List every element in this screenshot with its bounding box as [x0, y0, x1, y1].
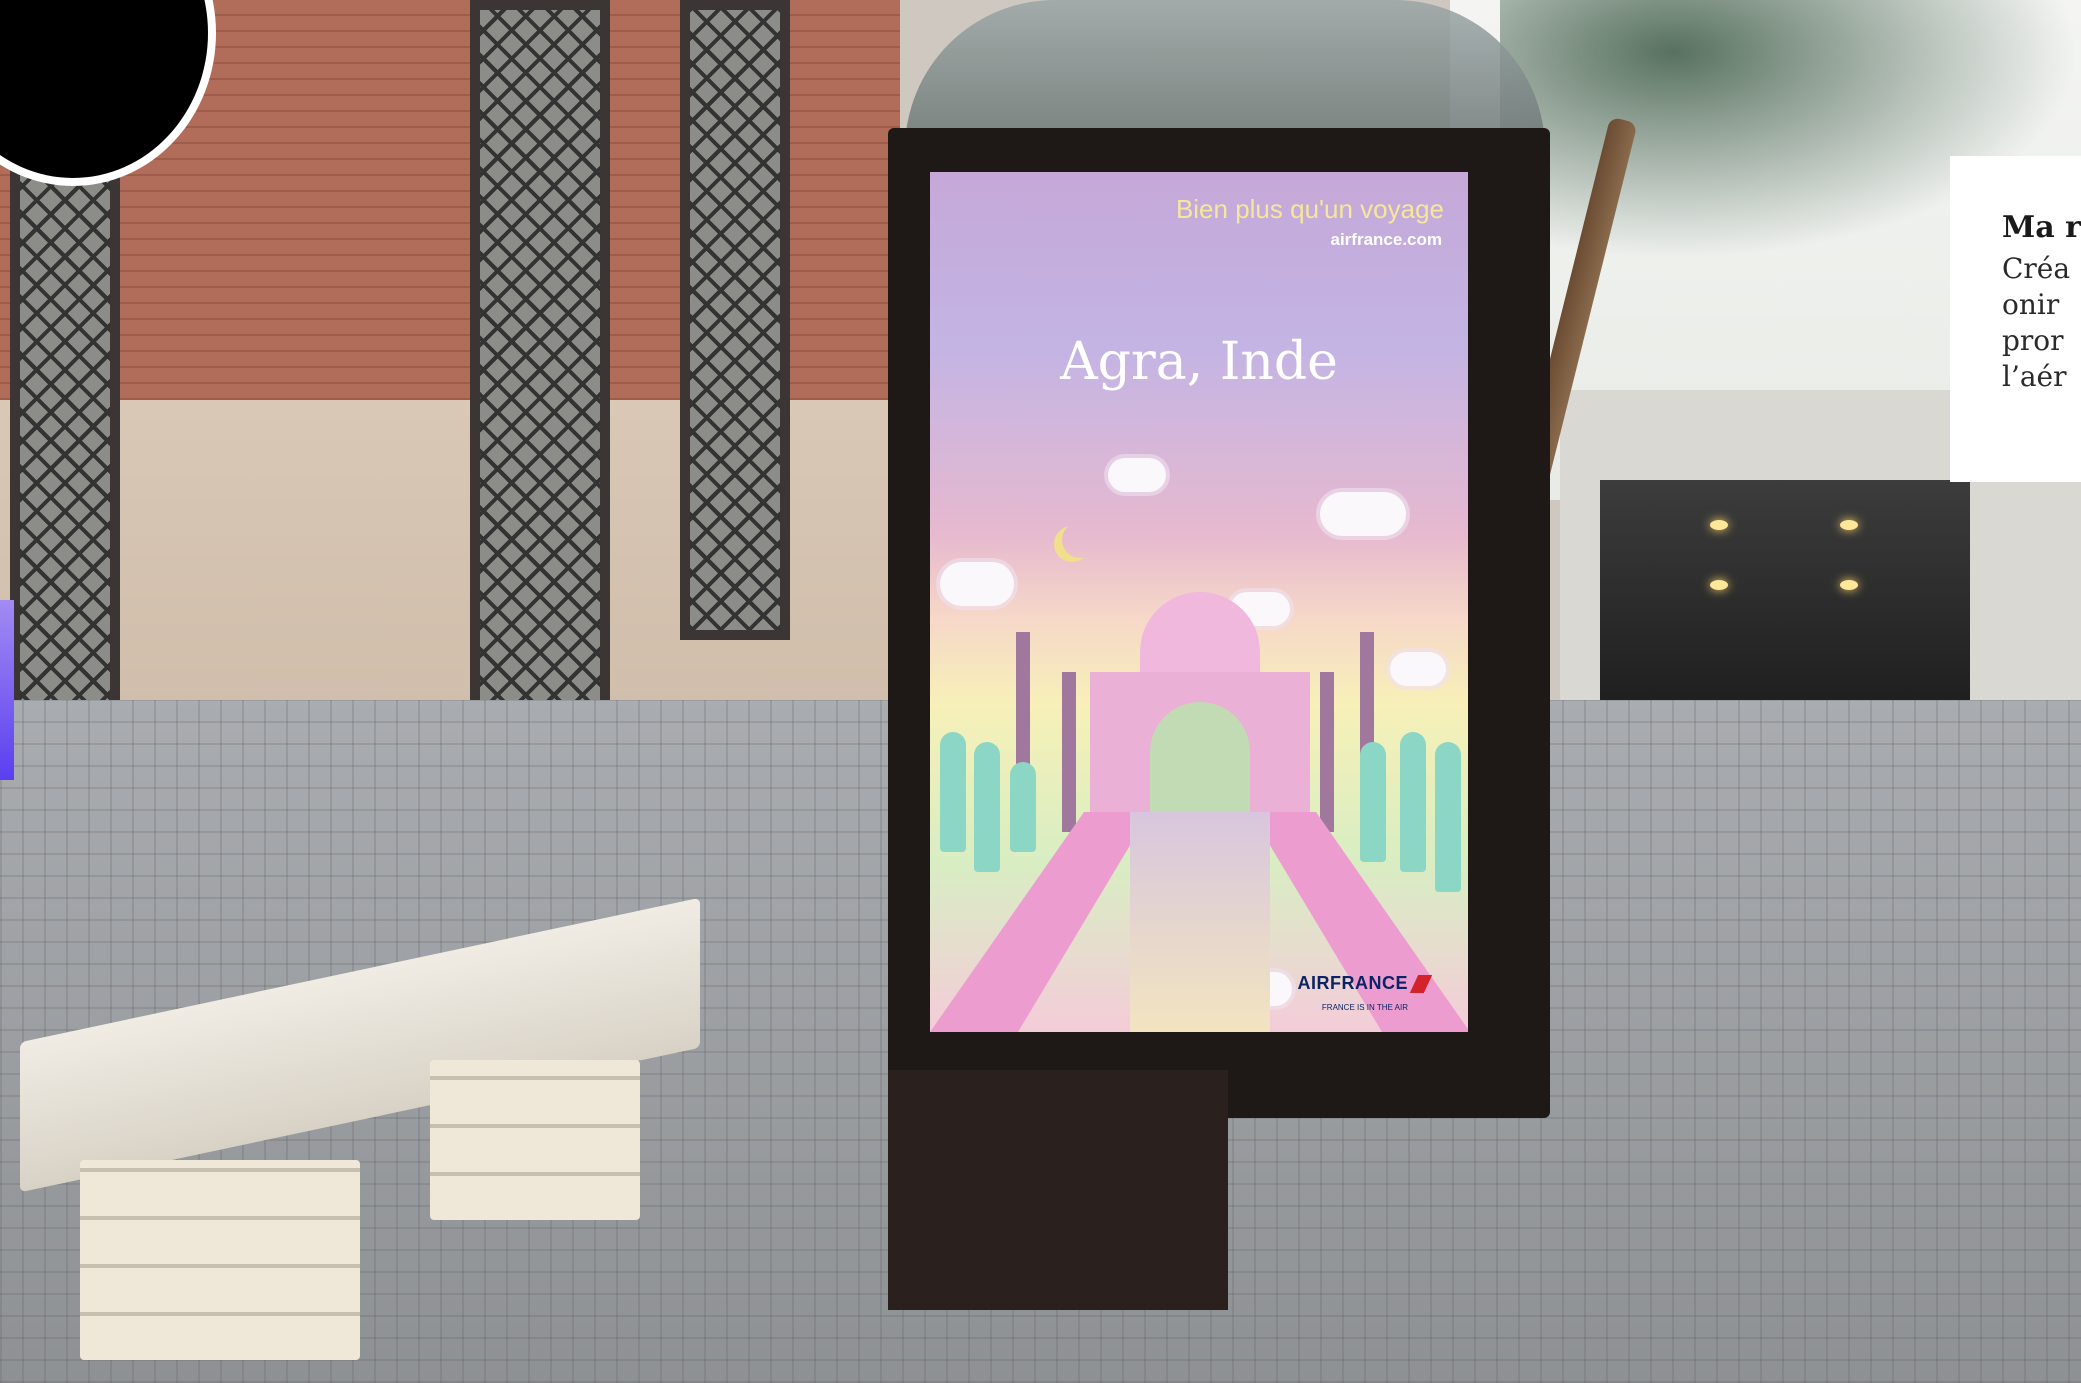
cloud-icon [1320, 492, 1406, 536]
airfrance-poster: Bien plus qu'un voyage airfrance.com Agr… [930, 172, 1468, 1032]
ceiling-light [1840, 580, 1858, 590]
cypress-tree [940, 732, 966, 852]
card-line: Créa [2002, 252, 2071, 285]
airfrance-logo: AIRFRANCE [1297, 973, 1433, 994]
poster-tagline: Bien plus qu'un voyage [1175, 194, 1444, 224]
poster-title: Agra, Inde [1060, 332, 1338, 392]
tunnel-entrance [1600, 480, 1970, 710]
poster-url: airfrance.com [1330, 230, 1443, 249]
photo-scene: Bien plus qu'un voyage airfrance.com Agr… [0, 0, 2081, 1383]
cloud-icon [940, 562, 1014, 606]
airfrance-wordmark: AIRFRANCE [1297, 973, 1408, 993]
cypress-tree [1400, 732, 1426, 872]
taj-mahal-arch [1150, 702, 1250, 822]
cypress-tree [1360, 742, 1386, 862]
bench-leg [80, 1160, 360, 1360]
cloud-icon [1108, 458, 1166, 492]
cypress-tree [1010, 762, 1036, 852]
card-title: Ma r [2002, 210, 2081, 245]
ceiling-light [1840, 520, 1858, 530]
reflecting-pool [1130, 812, 1270, 1032]
ceiling-light [1710, 580, 1728, 590]
minaret [1062, 672, 1076, 832]
cypress-tree [974, 742, 1000, 872]
description-card: Ma r Créa onir pror l’aér [1950, 156, 2081, 482]
minaret [1320, 672, 1334, 832]
cypress-tree [1435, 742, 1461, 892]
decorative-stripe [0, 600, 14, 780]
moon-icon [1062, 522, 1098, 558]
card-line: l’aér [2002, 360, 2067, 393]
billboard-post [888, 1070, 1228, 1310]
card-line: onir [2002, 288, 2060, 321]
ceiling-light [1710, 520, 1728, 530]
cloud-icon [1390, 652, 1446, 686]
bench-leg [430, 1060, 640, 1220]
airfrance-slogan: FRANCE IS IN THE AIR [1321, 1003, 1408, 1012]
card-line: pror [2002, 324, 2064, 357]
window-grate [680, 0, 790, 640]
